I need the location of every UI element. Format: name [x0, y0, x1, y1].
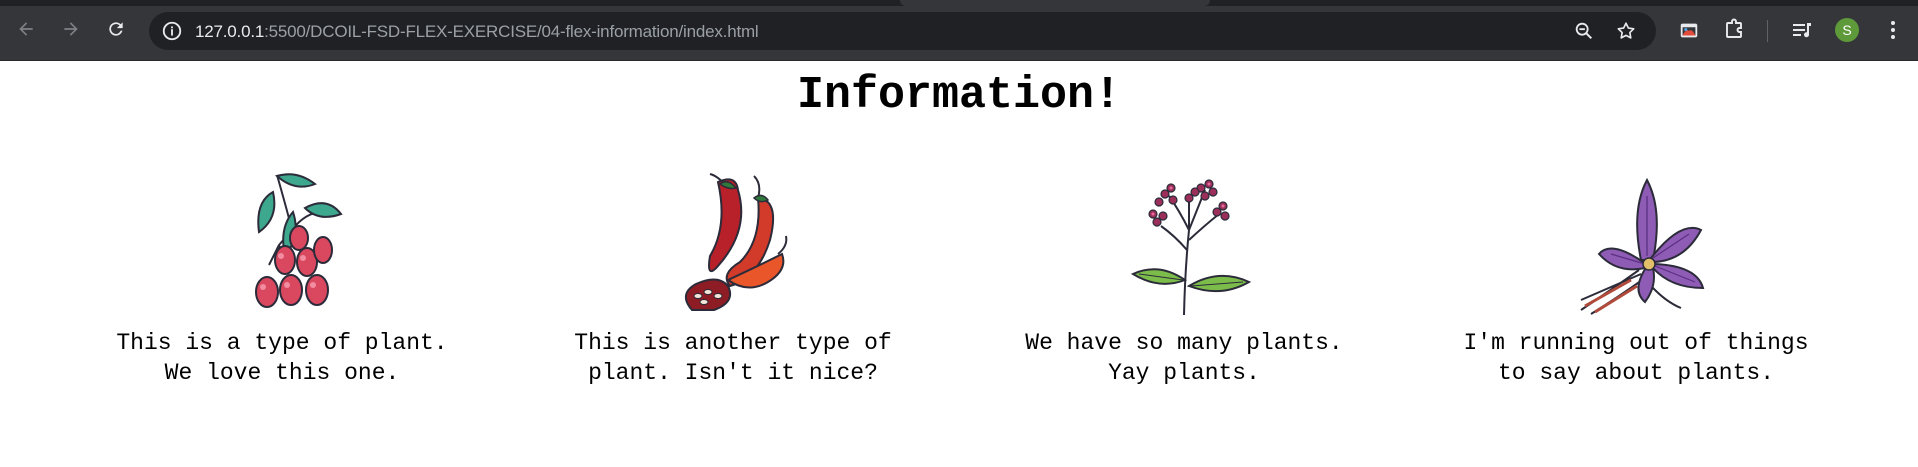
zoom-icon[interactable] [1573, 20, 1595, 42]
toolbar-separator [1767, 20, 1768, 42]
browser-toolbar: 127.0.0.1:5500/DCOIL-FSD-FLEX-EXERCISE/0… [0, 0, 1918, 61]
extensions-button[interactable] [1721, 17, 1747, 43]
browser-menu-button[interactable] [1880, 17, 1906, 43]
bookmark-star-icon[interactable] [1615, 20, 1637, 42]
caption-line: This is another type of [574, 330, 892, 356]
extension-app-icon [1680, 23, 1698, 38]
back-icon [19, 22, 33, 36]
plant-caption-3: We have so many plants. Yay plants. [974, 328, 1394, 388]
media-queue-icon [1793, 23, 1811, 38]
plant-card-2: This is another type of plant. Isn't it … [523, 170, 943, 388]
plant-caption-1: This is a type of plant. We love this on… [72, 328, 492, 388]
tab-strip-edge [0, 0, 1918, 6]
caption-line: plant. Isn't it nice? [588, 360, 878, 386]
caption-line: This is a type of plant. [116, 330, 448, 356]
caption-line: We have so many plants. [1025, 330, 1343, 356]
caption-line: I'm running out of things [1463, 330, 1809, 356]
url-host: 127.0.0.1 [195, 22, 265, 41]
url-text[interactable]: 127.0.0.1:5500/DCOIL-FSD-FLEX-EXERCISE/0… [195, 22, 759, 42]
reload-button[interactable] [100, 13, 132, 45]
caption-line: to say about plants. [1497, 360, 1775, 386]
extension-app-button[interactable] [1676, 17, 1702, 43]
plant-card-1: This is a type of plant. We love this on… [72, 170, 492, 388]
purple-flower-illustration [1580, 177, 1705, 315]
plant-card-3: We have so many plants. Yay plants. [974, 170, 1394, 388]
media-queue-button[interactable] [1789, 17, 1815, 43]
chili-peppers-illustration [685, 173, 788, 311]
back-button[interactable] [10, 13, 42, 45]
puzzle-icon [1726, 18, 1742, 38]
site-info-icon[interactable] [161, 20, 183, 42]
address-bar[interactable]: 127.0.0.1:5500/DCOIL-FSD-FLEX-EXERCISE/0… [149, 12, 1656, 50]
active-tab-edge [900, 0, 1210, 6]
plant-cards: This is a type of plant. We love this on… [0, 170, 1918, 400]
caption-line: Yay plants. [1108, 360, 1260, 386]
caption-line: We love this one. [164, 360, 400, 386]
plant-caption-4: I'm running out of things to say about p… [1426, 328, 1846, 388]
kebab-menu-icon [1891, 21, 1895, 39]
reload-icon [109, 22, 123, 36]
page-title: Information! [796, 70, 1122, 121]
plant-caption-2: This is another type of plant. Isn't it … [523, 328, 943, 388]
berries-illustration [255, 173, 343, 308]
url-path: :5500/DCOIL-FSD-FLEX-EXERCISE/04-flex-in… [264, 22, 759, 41]
flowering-sprig-illustration [1130, 179, 1252, 316]
forward-icon [64, 22, 78, 36]
forward-button[interactable] [55, 13, 87, 45]
plant-card-4: I'm running out of things to say about p… [1426, 170, 1846, 388]
profile-avatar[interactable]: S [1835, 18, 1859, 42]
